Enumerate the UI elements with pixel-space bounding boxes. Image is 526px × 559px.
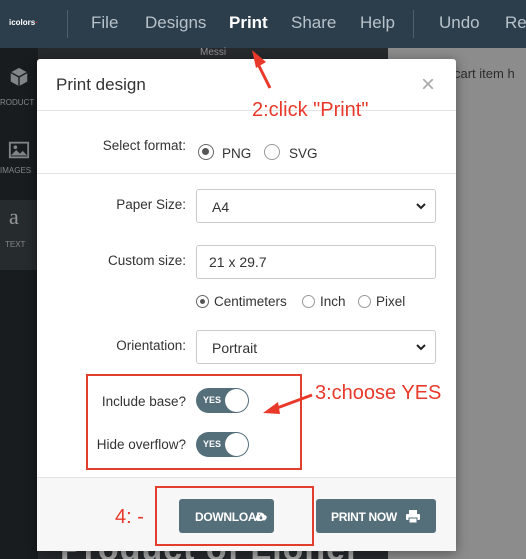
menu-undo[interactable]: Undo <box>439 13 480 33</box>
annotation-step2: 2:click "Print" <box>252 99 369 121</box>
orientation-select[interactable]: Portrait <box>196 330 436 364</box>
unit-pixel-radio[interactable] <box>358 295 371 308</box>
annotation-step3: 3:choose YES <box>315 382 442 404</box>
unit-centimeters-label[interactable]: Centimeters <box>214 294 287 309</box>
paper-size-select[interactable]: A4 <box>196 189 436 223</box>
printer-icon <box>406 510 420 524</box>
chevron-down-icon <box>416 203 426 210</box>
close-icon[interactable]: × <box>421 71 435 99</box>
print-design-dialog: Print design × Select format: PNG SVG Pa… <box>37 59 456 551</box>
dialog-title: Print design <box>56 75 146 94</box>
menu-print[interactable]: Print <box>229 13 268 33</box>
custom-size-label: Custom size: <box>107 253 186 268</box>
unit-centimeters-radio[interactable] <box>196 295 209 308</box>
chevron-down-icon <box>416 344 426 351</box>
format-svg-label[interactable]: SVG <box>289 146 318 161</box>
menu-file[interactable]: File <box>91 13 118 33</box>
unit-inch-label[interactable]: Inch <box>320 294 346 309</box>
annotation-step4: 4: - <box>115 506 144 528</box>
top-menu-bar: icolors· File Designs Print Share Help U… <box>0 0 526 48</box>
orientation-label: Orientation: <box>116 338 186 353</box>
annotation-box-download <box>155 486 314 546</box>
menu-help[interactable]: Help <box>360 13 395 33</box>
unit-pixel-label[interactable]: Pixel <box>376 294 405 309</box>
menu-share[interactable]: Share <box>291 13 336 33</box>
dialog-header: Print design × <box>37 59 456 111</box>
format-label: Select format: <box>102 138 186 153</box>
menu-separator <box>413 10 414 38</box>
menu-separator <box>67 10 68 38</box>
section-divider <box>37 173 456 174</box>
custom-size-input[interactable] <box>196 245 436 279</box>
paper-size-label: Paper Size: <box>116 197 186 212</box>
print-now-button[interactable]: PRINT NOW <box>316 499 436 533</box>
annotation-box-toggles <box>86 374 302 470</box>
unit-inch-radio[interactable] <box>302 295 315 308</box>
menu-redo[interactable]: Re <box>505 13 526 33</box>
format-svg-radio[interactable] <box>264 144 280 160</box>
app-logo: icolors· <box>9 18 38 27</box>
format-png-radio[interactable] <box>198 144 214 160</box>
menu-designs[interactable]: Designs <box>145 13 206 33</box>
format-png-label[interactable]: PNG <box>222 146 251 161</box>
